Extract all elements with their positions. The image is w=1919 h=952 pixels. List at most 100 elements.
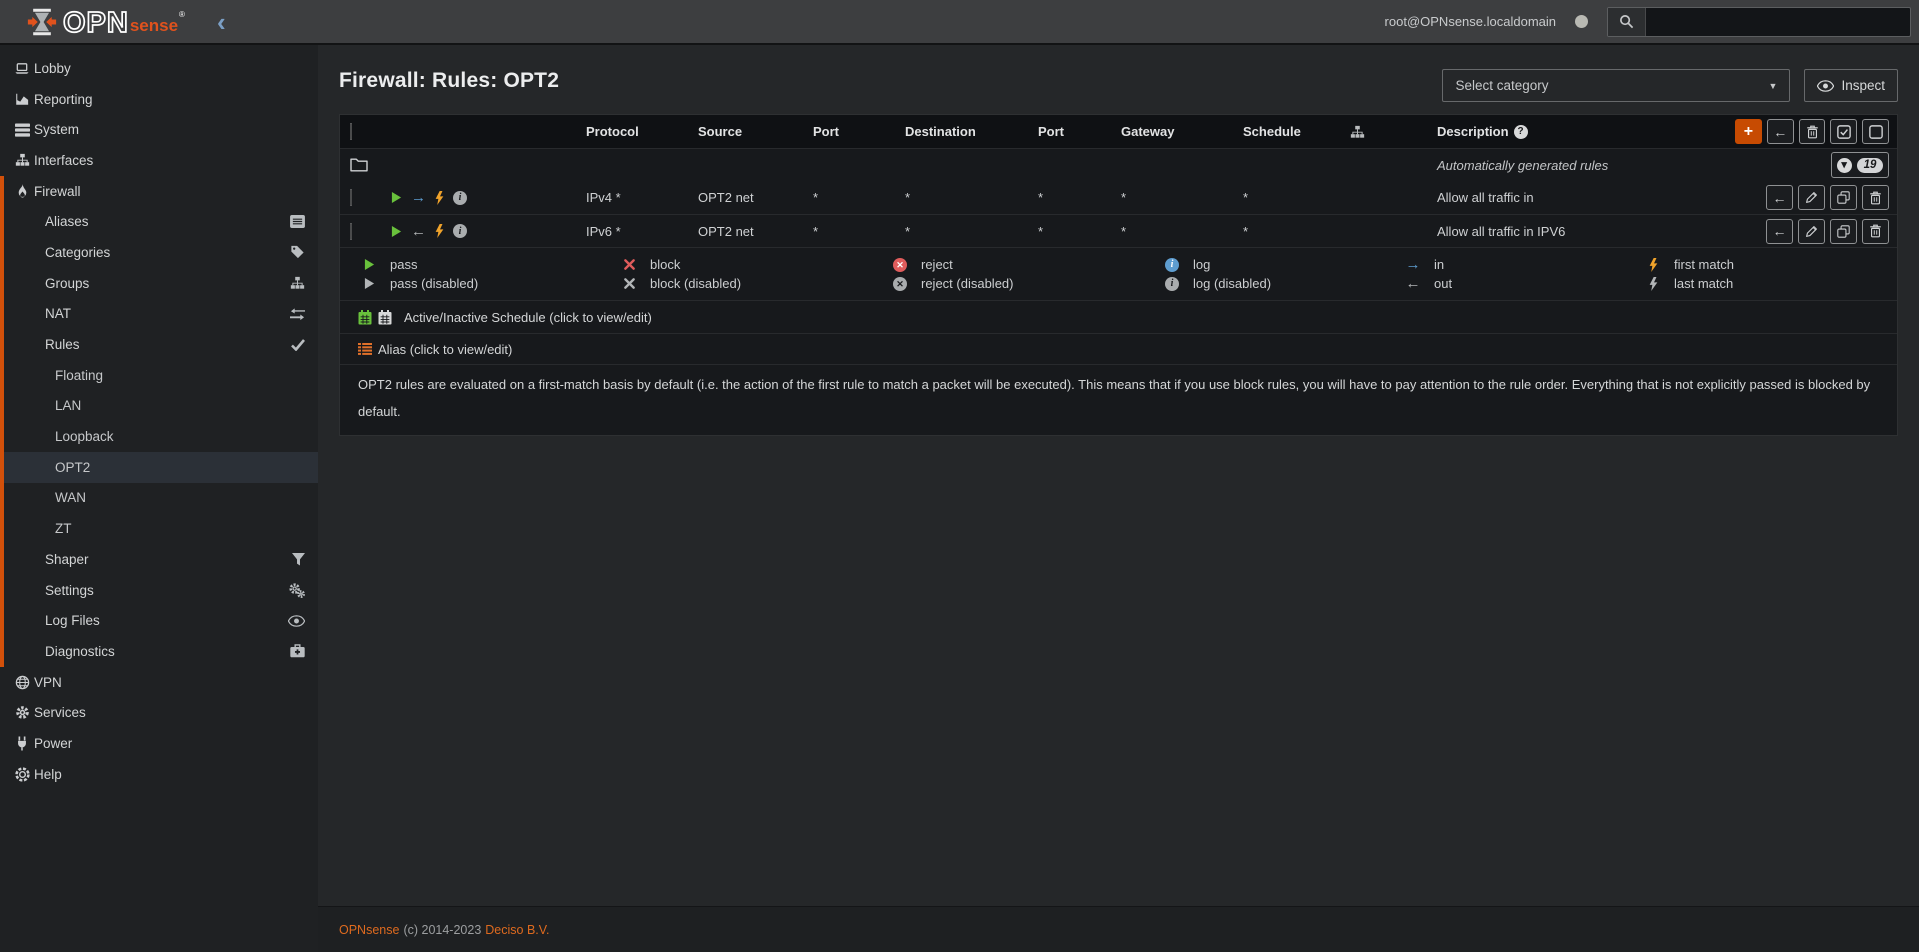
sidebar-item-shaper[interactable]: Shaper: [0, 544, 318, 575]
sidebar-item-interfaces[interactable]: Interfaces: [0, 145, 318, 176]
search-box: [1607, 6, 1911, 37]
sidebar-item-categories[interactable]: Categories: [0, 237, 318, 268]
filter-icon: [292, 552, 305, 566]
delete-rule-button[interactable]: [1862, 218, 1889, 244]
info-icon[interactable]: i: [453, 224, 467, 238]
clone-rule-button[interactable]: [1830, 185, 1857, 210]
description-help-icon[interactable]: ?: [1513, 124, 1528, 139]
sidebar-item-settings[interactable]: Settings: [0, 574, 318, 606]
sidebar-item-nat[interactable]: NAT: [0, 298, 318, 330]
sidebar-item-lobby[interactable]: Lobby: [0, 53, 318, 84]
chevron-circle-down-icon: ▾: [1836, 157, 1852, 173]
sidebar-item-label: NAT: [45, 306, 71, 322]
exchange-icon: [290, 308, 305, 320]
sidebar-item-opt2[interactable]: OPT2: [0, 451, 318, 483]
delete-rule-button[interactable]: [1862, 185, 1889, 210]
sidebar-item-label: Shaper: [45, 551, 89, 567]
rule-source: OPT2 net: [698, 223, 754, 239]
info-icon[interactable]: i: [453, 190, 467, 205]
move-rule-button[interactable]: ←: [1766, 218, 1793, 244]
sidebar-item-label: VPN: [34, 674, 62, 690]
legend-first-match: first match last match: [1645, 256, 1897, 292]
sidebar-item-label: Groups: [45, 275, 90, 291]
calendar-inactive-icon: [378, 309, 392, 325]
avatar[interactable]: [1575, 15, 1588, 28]
pass-disabled-icon: [361, 277, 377, 290]
search-input[interactable]: [1646, 7, 1910, 36]
inspect-button[interactable]: Inspect: [1804, 69, 1898, 102]
schedule-row[interactable]: Active/Inactive Schedule (click to view/…: [340, 300, 1897, 333]
logged-in-user: root@OPNsense.localdomain: [1384, 14, 1556, 29]
legend-block: block block (disabled): [621, 256, 892, 292]
sidebar-collapse-button[interactable]: ‹: [217, 3, 226, 41]
expand-auto-rules-button[interactable]: ▾ 19: [1831, 152, 1889, 178]
col-destination: Destination: [905, 124, 976, 139]
auto-rules-row: Automatically generated rules ▾ 19: [340, 148, 1897, 181]
sidebar-item-floating[interactable]: Floating: [0, 359, 318, 391]
col-gateway: Gateway: [1121, 124, 1175, 139]
footer: OPNsense (c) 2014-2023 Deciso B.V.: [318, 906, 1919, 952]
rule-destination: *: [905, 223, 911, 239]
rule-protocol: IPv4 *: [586, 190, 621, 205]
rule-checkbox[interactable]: [350, 189, 352, 206]
sidebar-item-groups[interactable]: Groups: [0, 267, 318, 299]
sidebar-item-help[interactable]: Help: [0, 759, 318, 790]
match-disabled-icon: [1645, 276, 1661, 291]
direction-in-icon: →: [411, 189, 426, 206]
clone-rule-button[interactable]: [1830, 218, 1857, 244]
disable-selected-button[interactable]: [1862, 119, 1889, 144]
table-icon: [290, 215, 305, 229]
footer-deciso-link[interactable]: Deciso B.V.: [485, 923, 549, 937]
enable-selected-button[interactable]: [1830, 119, 1858, 144]
table-header-row: Protocol Source Port Destination Port Ga…: [340, 115, 1897, 148]
alias-row[interactable]: Alias (click to view/edit): [340, 333, 1897, 364]
sidebar-item-aliases[interactable]: Aliases: [0, 206, 318, 238]
sidebar-item-power[interactable]: Power: [0, 728, 318, 759]
sidebar-item-loopback[interactable]: Loopback: [0, 421, 318, 452]
first-match-icon: [435, 224, 444, 238]
sidebar-item-services[interactable]: Services: [0, 697, 318, 728]
topbar: OPN sense ® ‹ root@OPNsense.localdomain: [0, 0, 1919, 45]
edit-rule-button[interactable]: [1798, 185, 1825, 210]
eye-icon: [1817, 79, 1835, 92]
laptop-icon: [11, 61, 33, 76]
edit-rule-button[interactable]: [1798, 218, 1825, 244]
sidebar-item-wan[interactable]: WAN: [0, 482, 318, 514]
col-protocol: Protocol: [586, 124, 639, 139]
legend-log: i log i log (disabled): [1164, 256, 1405, 292]
block-icon: [621, 259, 637, 270]
delete-selected-button[interactable]: [1798, 119, 1826, 144]
rule-gateway: *: [1121, 190, 1127, 205]
fire-icon: [11, 183, 33, 199]
search-icon[interactable]: [1608, 7, 1646, 36]
calendar-active-icon: [358, 309, 372, 325]
sidebar-item-lan[interactable]: LAN: [0, 390, 318, 422]
category-select[interactable]: Select category ▼: [1442, 69, 1791, 102]
add-rule-button[interactable]: +: [1735, 119, 1762, 144]
select-all-checkbox[interactable]: [350, 123, 352, 140]
rule-description: Allow all traffic in IPV6: [1437, 223, 1566, 239]
sidebar-item-diagnostics[interactable]: Diagnostics: [0, 636, 318, 667]
sidebar-item-zt[interactable]: ZT: [0, 513, 318, 544]
footer-copyright: (c) 2014-2023: [403, 922, 482, 937]
sidebar-item-system[interactable]: System: [0, 114, 318, 145]
move-selected-button[interactable]: ←: [1766, 119, 1794, 144]
move-rule-button[interactable]: ←: [1766, 185, 1793, 210]
sidebar-item-log-files[interactable]: Log Files: [0, 605, 318, 637]
direction-out-icon: ←: [411, 222, 426, 240]
rule-checkbox[interactable]: [350, 222, 352, 240]
sidebar-item-label: Reporting: [34, 91, 93, 107]
sidebar-item-reporting[interactable]: Reporting: [0, 84, 318, 115]
legend-pass: pass pass (disabled): [361, 256, 621, 292]
sidebar-item-rules[interactable]: Rules: [0, 329, 318, 360]
sidebar-item-firewall[interactable]: Firewall: [0, 175, 318, 207]
footer-opnsense-link[interactable]: OPNsense: [339, 923, 399, 937]
main-content: Firewall: Rules: OPT2 Select category ▼ …: [318, 45, 1919, 952]
folder-icon[interactable]: [340, 158, 586, 172]
opnsense-logo[interactable]: OPN sense ®: [27, 7, 185, 38]
rule-destination-port: *: [1038, 223, 1044, 239]
sidebar-item-vpn[interactable]: VPN: [0, 667, 318, 698]
sidebar-item-label: ZT: [55, 521, 72, 537]
sidebar-item-label: System: [34, 122, 80, 138]
sidebar-item-label: Loopback: [55, 429, 114, 445]
